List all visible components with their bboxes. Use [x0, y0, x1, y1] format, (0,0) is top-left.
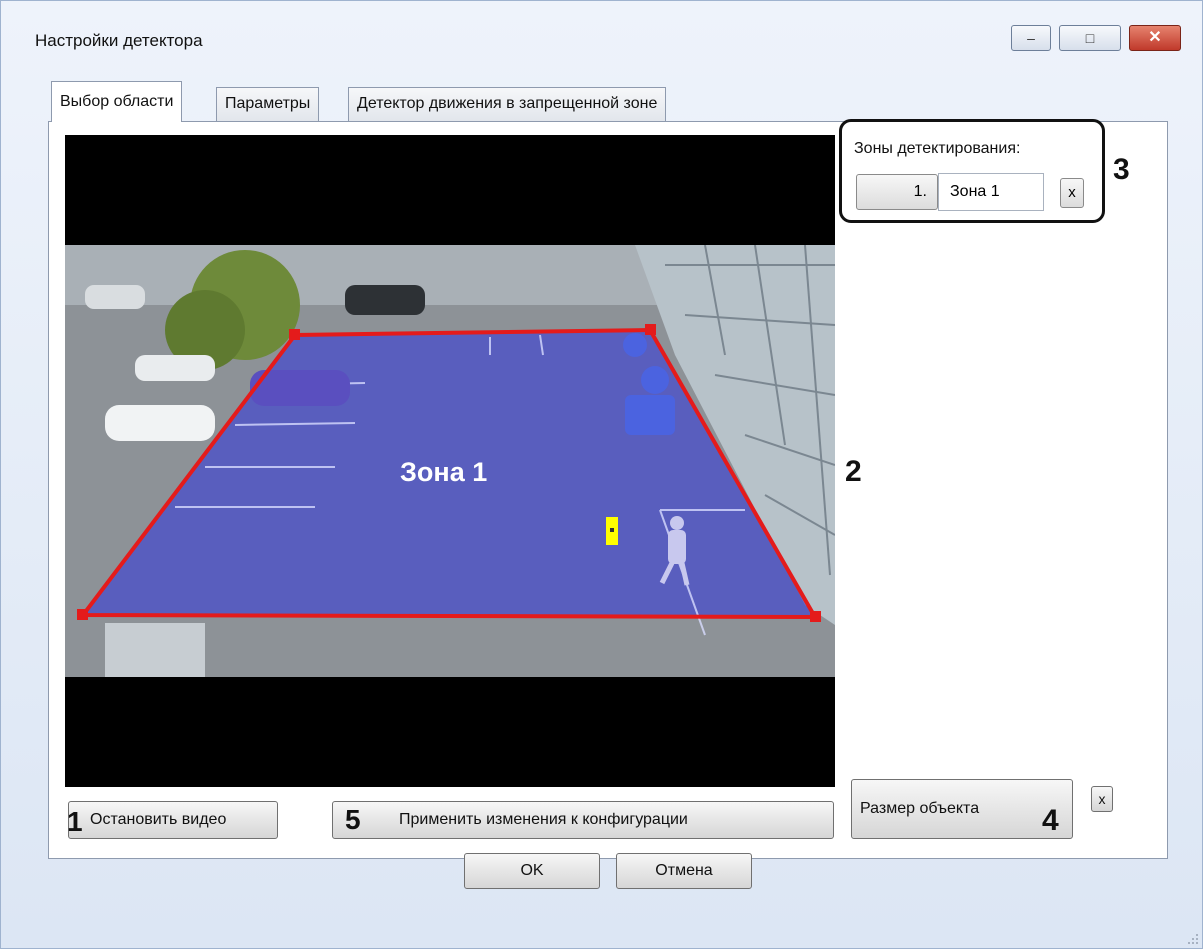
detection-zones-label: Зоны детектирования:: [854, 140, 1021, 157]
detector-settings-window: Настройки детектора – □ ✕ Выбор области …: [0, 0, 1203, 949]
parked-van: [105, 623, 205, 677]
callout-5: 5: [345, 804, 361, 835]
zone-vertex-handle[interactable]: [289, 329, 300, 340]
parked-car: [105, 405, 215, 441]
tab-parameters[interactable]: Параметры: [216, 87, 320, 121]
resize-grip-icon[interactable]: [1185, 931, 1199, 945]
callout-2: 2: [845, 455, 862, 488]
ok-button[interactable]: OK: [464, 853, 600, 889]
minimize-button[interactable]: –: [1011, 25, 1051, 51]
minimize-icon: –: [1027, 30, 1035, 46]
stop-video-label: Остановить видео: [90, 811, 227, 828]
tab-forbidden-zone-motion[interactable]: Детектор движения в запрещенной зоне: [348, 87, 667, 121]
zone-vertex-handle[interactable]: [645, 324, 656, 335]
callout-3: 3: [1113, 153, 1130, 186]
detection-zones-group: Зоны детектирования: 1. Зона 1 x: [839, 119, 1105, 223]
zone-vertex-handle[interactable]: [77, 609, 88, 620]
stop-video-button[interactable]: 1 Остановить видео: [67, 801, 278, 839]
object-size-marker-handle[interactable]: [610, 528, 614, 532]
maximize-icon: □: [1085, 30, 1095, 46]
video-viewport[interactable]: Зона 1: [65, 135, 835, 787]
zone-name-field[interactable]: Зона 1: [938, 173, 1044, 211]
object-size-label: Размер объекта: [860, 800, 980, 817]
object-size-delete-button[interactable]: x: [1091, 786, 1113, 812]
parked-car: [135, 355, 215, 381]
zone-select-button[interactable]: 1.: [856, 174, 938, 210]
cancel-button[interactable]: Отмена: [616, 853, 752, 889]
zone-overlay-label: Зона 1: [400, 457, 487, 487]
callout-4: 4: [1042, 804, 1059, 837]
camera-frame[interactable]: Зона 1: [65, 245, 835, 677]
parked-car: [345, 285, 425, 315]
close-button[interactable]: ✕: [1129, 25, 1181, 51]
parked-car: [85, 285, 145, 309]
apply-config-label: Применить изменения к конфигурации: [399, 811, 688, 828]
close-icon: ✕: [1148, 29, 1162, 46]
zone-delete-button[interactable]: x: [1060, 178, 1084, 208]
maximize-button[interactable]: □: [1059, 25, 1121, 51]
tab-area-selection[interactable]: Выбор области: [51, 81, 183, 122]
object-size-button[interactable]: Размер объекта 4: [851, 779, 1073, 839]
apply-config-button[interactable]: 5 Применить изменения к конфигурации: [332, 801, 834, 839]
zone-vertex-handle[interactable]: [810, 611, 821, 622]
window-title: Настройки детектора: [35, 31, 203, 50]
callout-1: 1: [67, 806, 83, 837]
